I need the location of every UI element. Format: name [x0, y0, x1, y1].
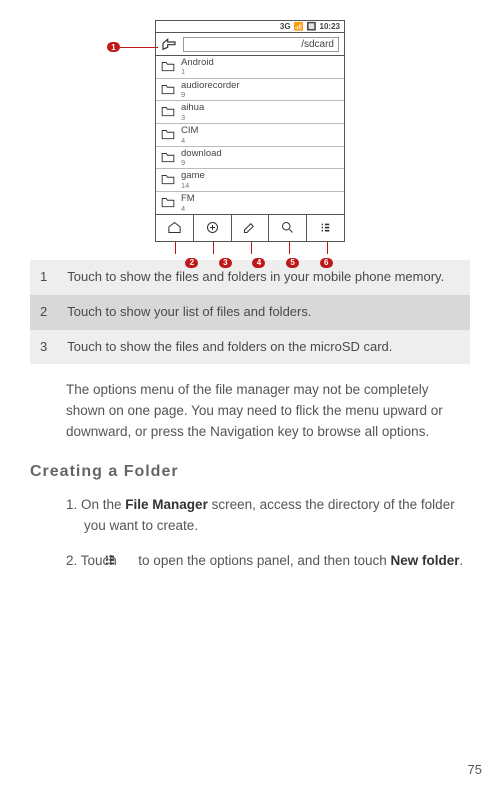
- callout-3: 3: [219, 258, 232, 268]
- legend-number: 1: [30, 260, 57, 295]
- folder-icon: [161, 171, 175, 185]
- legend-text: Touch to show the files and folders on t…: [57, 330, 470, 365]
- file-row[interactable]: audiorecorder9: [156, 79, 344, 102]
- leader-line-4: [251, 242, 252, 254]
- toolbar-home-button[interactable]: [156, 215, 194, 241]
- legend-text: Touch to show your list of files and fol…: [57, 295, 470, 330]
- file-list: Android1audiorecorder9aihua3CIM4download…: [156, 56, 344, 214]
- page-number: 75: [468, 762, 482, 777]
- callout-2: 2: [185, 258, 198, 268]
- file-name: Android: [181, 58, 214, 68]
- section-heading: Creating a Folder: [30, 463, 470, 481]
- folder-icon: [161, 103, 175, 117]
- step-2-post: .: [460, 553, 464, 568]
- folder-icon: [161, 81, 175, 95]
- path-field[interactable]: /sdcard: [183, 37, 339, 52]
- leader-line-1: [120, 47, 158, 48]
- menu-icon: [121, 553, 135, 567]
- file-count: 9: [181, 91, 240, 99]
- folder-icon: [161, 194, 175, 208]
- phone-frame: 3G 📶 🔲 10:23 /sdcard Android1audiorecord…: [155, 20, 345, 242]
- callout-6: 6: [320, 258, 333, 268]
- folder-icon: [161, 149, 175, 163]
- file-count: 4: [181, 137, 198, 145]
- file-name: download: [181, 149, 222, 159]
- step-1: 1. On the File Manager screen, access th…: [66, 495, 470, 537]
- step-1-pre: 1. On the: [66, 497, 125, 512]
- back-icon[interactable]: [161, 36, 177, 52]
- path-row: /sdcard: [156, 33, 344, 56]
- note-paragraph: The options menu of the file manager may…: [66, 380, 470, 443]
- folder-icon: [161, 58, 175, 72]
- callout-4: 4: [252, 258, 265, 268]
- legend-row: 3Touch to show the files and folders on …: [30, 330, 470, 365]
- leader-line-3: [213, 242, 214, 254]
- file-name: audiorecorder: [181, 81, 240, 91]
- file-count: 14: [181, 182, 205, 190]
- legend-row: 2Touch to show your list of files and fo…: [30, 295, 470, 330]
- legend-table: 1Touch to show the files and folders in …: [30, 260, 470, 365]
- toolbar: [156, 214, 344, 241]
- legend-number: 3: [30, 330, 57, 365]
- status-bar: 3G 📶 🔲 10:23: [156, 21, 344, 33]
- toolbar-search-button[interactable]: [269, 215, 307, 241]
- file-row[interactable]: download9: [156, 147, 344, 170]
- step-2: 2. Touch to open the options panel, and …: [66, 551, 470, 572]
- leader-line-6: [327, 242, 328, 254]
- leader-line-2: [175, 242, 176, 254]
- file-count: 3: [181, 114, 204, 122]
- file-row[interactable]: CIM4: [156, 124, 344, 147]
- file-row[interactable]: game14: [156, 169, 344, 192]
- file-row[interactable]: FM4: [156, 192, 344, 214]
- file-count: 1: [181, 68, 214, 76]
- file-name: CIM: [181, 126, 198, 136]
- leader-line-5: [289, 242, 290, 254]
- toolbar-edit-button[interactable]: [232, 215, 270, 241]
- signal-icon: 📶: [294, 22, 304, 31]
- clock: 10:23: [320, 22, 340, 31]
- file-row[interactable]: Android1: [156, 56, 344, 79]
- file-count: 9: [181, 159, 222, 167]
- battery-icon: 🔲: [307, 22, 317, 31]
- file-name: FM: [181, 194, 195, 204]
- phone-screenshot: 1 3G 📶 🔲 10:23 /sdcard Android1audioreco…: [30, 20, 470, 242]
- step-2-mid: to open the options panel, and then touc…: [135, 553, 391, 568]
- toolbar-menu-button[interactable]: [307, 215, 344, 241]
- callout-5: 5: [286, 258, 299, 268]
- step-1-bold: File Manager: [125, 497, 208, 512]
- callout-1: 1: [107, 42, 120, 52]
- toolbar-add-button[interactable]: [194, 215, 232, 241]
- legend-number: 2: [30, 295, 57, 330]
- network-indicator: 3G: [280, 22, 291, 31]
- step-2-bold: New folder: [391, 553, 460, 568]
- file-row[interactable]: aihua3: [156, 101, 344, 124]
- folder-icon: [161, 126, 175, 140]
- file-count: 4: [181, 205, 195, 213]
